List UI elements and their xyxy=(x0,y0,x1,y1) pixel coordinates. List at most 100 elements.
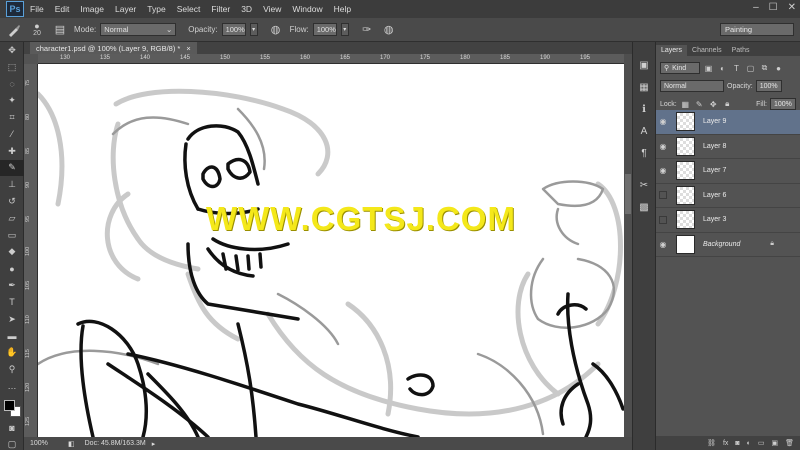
menu-image[interactable]: Image xyxy=(80,4,104,14)
mode-select[interactable]: Normal ⌄ xyxy=(100,23,177,36)
pressure-size-icon[interactable]: ◍ xyxy=(381,22,397,38)
menu-file[interactable]: File xyxy=(30,4,44,14)
lock-transparent-icon[interactable]: ▦ xyxy=(680,100,691,109)
tab-layers[interactable]: Layers xyxy=(656,45,688,56)
healing-brush-tool-icon[interactable]: ✚ xyxy=(0,143,24,160)
eraser-tool-icon[interactable]: ▱ xyxy=(0,210,24,227)
zoom-level[interactable]: 100% xyxy=(30,440,60,447)
brush-tool-preset-icon[interactable] xyxy=(6,22,22,38)
menu-select[interactable]: Select xyxy=(177,4,201,14)
filter-toggle-icon[interactable]: ● xyxy=(773,64,784,73)
flow-input[interactable]: 100% xyxy=(312,23,337,36)
opacity-dropdown[interactable]: ▾ xyxy=(249,23,258,36)
move-tool-icon[interactable]: ✥ xyxy=(0,42,24,59)
brush-size-picker[interactable]: ● 20 xyxy=(28,22,46,38)
brush-presets-icon[interactable]: ▩ xyxy=(633,196,655,218)
screen-mode-icon[interactable]: ▢ xyxy=(0,436,24,450)
document-canvas[interactable]: WWW.CGTSJ.COM xyxy=(38,64,624,437)
lock-pixels-icon[interactable]: ✎ xyxy=(694,100,705,109)
menu-3d[interactable]: 3D xyxy=(241,4,252,14)
minimize-icon[interactable]: – xyxy=(753,2,759,13)
history-brush-tool-icon[interactable]: ↺ xyxy=(0,193,24,210)
path-selection-tool-icon[interactable]: ➤ xyxy=(0,311,24,328)
visibility-toggle[interactable] xyxy=(659,215,667,224)
layer-filter-select[interactable]: ⚲ Kind xyxy=(660,62,700,74)
link-layers-icon[interactable]: ⛓ xyxy=(707,439,716,447)
pen-tool-icon[interactable]: ✒ xyxy=(0,277,24,294)
crop-tool-icon[interactable]: ⌗ xyxy=(0,109,24,126)
history-panel-icon[interactable]: ▣ xyxy=(633,54,655,76)
menu-view[interactable]: View xyxy=(263,4,281,14)
type-tool-icon[interactable]: T xyxy=(0,294,24,311)
opacity-input[interactable]: 100% xyxy=(221,23,246,36)
quick-select-tool-icon[interactable]: ✦ xyxy=(0,92,24,109)
tab-channels[interactable]: Channels xyxy=(687,45,727,56)
new-layer-icon[interactable]: ▣ xyxy=(771,439,778,447)
quick-mask-icon[interactable]: ◙ xyxy=(0,420,24,437)
workspace-select[interactable]: Painting xyxy=(720,23,794,36)
brush-panel-icon[interactable]: ▤ xyxy=(52,22,68,38)
layer-row[interactable]: Layer 3 xyxy=(656,208,800,233)
airbrush-icon[interactable]: ✑ xyxy=(359,22,375,38)
zoom-tool-icon[interactable]: ⚲ xyxy=(0,361,24,378)
eyedropper-tool-icon[interactable]: ⁄ xyxy=(0,126,24,143)
filter-pixel-icon[interactable]: ▣ xyxy=(703,64,714,73)
character-panel-icon[interactable]: A xyxy=(633,120,655,142)
document-tab[interactable]: character1.psd @ 100% (Layer 9, RGB/8) *… xyxy=(30,42,197,54)
menu-type[interactable]: Type xyxy=(147,4,165,14)
layer-row[interactable]: ◉ Layer 9 xyxy=(656,110,800,135)
more-tools-icon[interactable]: … xyxy=(0,378,24,395)
layer-row[interactable]: Layer 6 xyxy=(656,184,800,208)
lock-all-icon[interactable]: 🔒︎ xyxy=(722,99,733,109)
eye-icon[interactable]: ◉ xyxy=(656,117,670,126)
layer-row[interactable]: ◉ Layer 7 xyxy=(656,159,800,184)
status-info-icon[interactable]: ◧ xyxy=(68,440,75,448)
pressure-opacity-icon[interactable]: ◍ xyxy=(268,22,284,38)
scrollbar-thumb[interactable] xyxy=(625,174,631,214)
add-mask-icon[interactable]: ◙ xyxy=(735,440,739,447)
adjustment-layer-icon[interactable]: ◐ xyxy=(747,440,751,447)
close-icon[interactable]: ✕ xyxy=(788,2,796,13)
layer-style-icon[interactable]: fx xyxy=(723,440,728,447)
menu-help[interactable]: Help xyxy=(334,4,351,14)
tab-paths[interactable]: Paths xyxy=(727,45,755,56)
menu-filter[interactable]: Filter xyxy=(211,4,230,14)
flow-dropdown[interactable]: ▾ xyxy=(340,23,349,36)
blend-mode-select[interactable]: Normal xyxy=(660,80,724,92)
visibility-toggle[interactable] xyxy=(659,191,667,200)
filter-type-icon[interactable]: T xyxy=(731,64,742,73)
layer-row[interactable]: ◉ Layer 8 xyxy=(656,135,800,159)
eye-icon[interactable]: ◉ xyxy=(656,166,670,175)
clone-stamp-tool-icon[interactable]: ⊥ xyxy=(0,176,24,193)
foreground-color-swatch[interactable] xyxy=(4,400,15,411)
gradient-tool-icon[interactable]: ▭ xyxy=(0,227,24,244)
menu-edit[interactable]: Edit xyxy=(55,4,70,14)
eye-icon[interactable]: ◉ xyxy=(656,142,670,151)
tool-presets-icon[interactable]: ✂ xyxy=(633,174,655,196)
dodge-tool-icon[interactable]: ● xyxy=(0,260,24,277)
delete-layer-icon[interactable]: 🗑︎ xyxy=(785,439,794,447)
adjustments-panel-icon[interactable]: ▦ xyxy=(633,76,655,98)
marquee-tool-icon[interactable]: ⬚ xyxy=(0,59,24,76)
filter-smart-object-icon[interactable]: ⧉ xyxy=(759,63,770,73)
maximize-icon[interactable]: ☐ xyxy=(769,2,778,13)
hand-tool-icon[interactable]: ✋ xyxy=(0,344,24,361)
layer-row[interactable]: ◉ Background 🔒︎ xyxy=(656,233,800,257)
vertical-scrollbar[interactable] xyxy=(624,54,632,437)
eye-icon[interactable]: ◉ xyxy=(656,240,670,249)
shape-tool-icon[interactable]: ▬ xyxy=(0,328,24,345)
close-tab-icon[interactable]: × xyxy=(186,44,190,53)
lock-position-icon[interactable]: ✥ xyxy=(708,100,719,109)
blur-tool-icon[interactable]: ◆ xyxy=(0,244,24,261)
status-menu-arrow-icon[interactable]: ▸ xyxy=(152,440,156,448)
menu-window[interactable]: Window xyxy=(292,4,322,14)
filter-shape-icon[interactable]: ▢ xyxy=(745,64,756,73)
layer-opacity-input[interactable]: 100% xyxy=(755,80,782,92)
menu-layer[interactable]: Layer xyxy=(115,4,136,14)
lasso-tool-icon[interactable]: ◌ xyxy=(0,76,24,93)
new-group-icon[interactable]: ▭ xyxy=(758,439,765,447)
brush-tool-icon[interactable]: ✎ xyxy=(0,159,24,177)
filter-adjustment-icon[interactable]: ◐ xyxy=(717,64,728,73)
fill-input[interactable]: 100% xyxy=(770,98,796,110)
info-panel-icon[interactable]: ℹ xyxy=(633,98,655,120)
